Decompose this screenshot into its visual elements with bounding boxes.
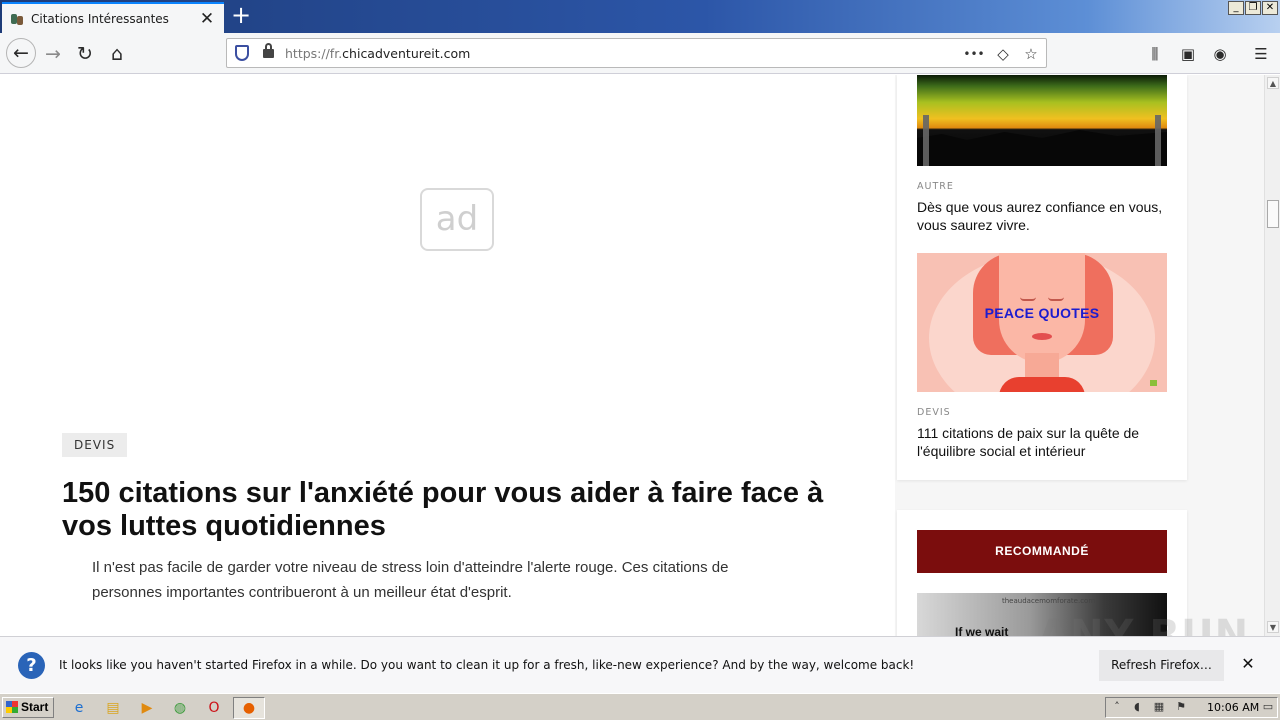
firefox-icon: ●	[242, 700, 256, 716]
back-arrow-icon: ←	[13, 42, 29, 64]
page-actions-menu-icon[interactable]: •••	[963, 43, 985, 65]
url-prefix: https://fr.	[285, 46, 343, 61]
card-category-label[interactable]: AUTRE	[917, 181, 954, 192]
pocket-icon[interactable]: ◇	[992, 43, 1014, 65]
address-bar[interactable]: https://fr.chicadventureit.com ••• ◇ ☆	[226, 38, 1047, 68]
tab-title: Citations Intéressantes	[31, 11, 169, 26]
active-tab[interactable]: Citations Intéressantes ✕	[2, 2, 224, 33]
peace-quotes-thumbnail-image[interactable]: PEACE QUOTES	[917, 253, 1167, 392]
action-center-flag-icon[interactable]: ⚑	[1174, 700, 1188, 714]
bookmark-star-icon[interactable]: ☆	[1020, 43, 1042, 65]
library-icon[interactable]: ⫼	[1144, 43, 1166, 65]
forward-button[interactable]: →	[39, 40, 67, 68]
scroll-down-arrow-icon[interactable]: ▼	[1267, 621, 1279, 633]
internet-explorer-icon[interactable]: e	[70, 699, 88, 717]
new-tab-button[interactable]: +	[229, 3, 253, 28]
video-frame-corner-right	[1111, 115, 1161, 166]
url-domain: chicadventureit.com	[342, 46, 471, 61]
account-icon[interactable]: ◉	[1209, 43, 1231, 65]
card-title-link[interactable]: Dès que vous aurez confiance en vous, vo…	[917, 198, 1172, 234]
card-category-label[interactable]: DEVIS	[917, 407, 951, 418]
start-label: Start	[21, 700, 49, 714]
sidebar-toggle-icon[interactable]: ▣	[1177, 43, 1199, 65]
forward-arrow-icon: →	[45, 43, 61, 65]
tab-bar: Citations Intéressantes ✕ + _ ❐ ✕	[0, 0, 1280, 33]
shirt-shape	[999, 377, 1085, 392]
reload-button[interactable]: ↻	[71, 40, 99, 68]
volume-icon[interactable]: ◖	[1130, 700, 1144, 714]
network-icon[interactable]: ▦	[1152, 700, 1166, 714]
question-icon: ?	[18, 652, 45, 679]
reload-icon: ↻	[77, 43, 93, 65]
firefox-taskbar-button[interactable]: ●	[233, 697, 265, 719]
start-button[interactable]: Start	[2, 697, 54, 718]
peace-quotes-image-text: PEACE QUOTES	[984, 305, 1100, 321]
windows-taskbar: Start e ▤ ▶ ◍ O ● ˄ ◖ ▦ ⚑ 10:06 AM ▭	[0, 693, 1280, 720]
main-column: ad DEVIS 150 citations sur l'anxiété pou…	[0, 75, 895, 636]
page-viewport: ad DEVIS 150 citations sur l'anxiété pou…	[0, 75, 1264, 636]
right-eye-shape	[1048, 297, 1064, 301]
thumbnail-caption: If we wait	[955, 625, 1009, 636]
article-title[interactable]: 150 citations sur l'anxiété pour vous ai…	[62, 477, 862, 543]
video-frame-corner-left	[923, 115, 973, 166]
chrome-icon[interactable]: ◍	[171, 699, 189, 717]
article-excerpt: Il n'est pas facile de garder votre nive…	[92, 559, 729, 601]
recommended-header: RECOMMANDÉ	[917, 530, 1167, 573]
restore-button[interactable]: ❐	[1245, 1, 1261, 15]
system-clock[interactable]: 10:06 AM	[1207, 701, 1259, 714]
tab-close-icon[interactable]: ✕	[196, 8, 218, 30]
back-button[interactable]: ←	[6, 38, 36, 68]
refresh-firefox-notification: ? It looks like you haven't started Fire…	[0, 636, 1280, 693]
lock-icon[interactable]	[263, 43, 274, 58]
tracking-protection-shield-icon[interactable]	[235, 45, 249, 61]
media-player-icon[interactable]: ▶	[138, 699, 156, 717]
thumbnail-site-text: theaudacemomforate.com	[1002, 597, 1096, 605]
show-desktop-icon[interactable]: ▭	[1261, 700, 1275, 714]
system-tray: ˄ ◖ ▦ ⚑ 10:06 AM ▭	[1105, 697, 1278, 718]
close-window-button[interactable]: ✕	[1262, 1, 1278, 15]
article-category-badge[interactable]: DEVIS	[62, 433, 128, 457]
navigation-toolbar: ← → ↻ ⌂ https://fr.chicadventureit.com •…	[0, 33, 1280, 74]
opera-icon[interactable]: O	[205, 699, 223, 717]
home-icon: ⌂	[110, 43, 124, 65]
lips-shape	[1032, 333, 1052, 340]
hamburger-menu-icon[interactable]: ☰	[1250, 43, 1272, 65]
scroll-up-arrow-icon[interactable]: ▲	[1267, 77, 1279, 89]
left-eye-shape	[1020, 297, 1036, 301]
notification-close-icon[interactable]: ✕	[1238, 654, 1258, 674]
tray-expand-icon[interactable]: ˄	[1110, 700, 1124, 714]
minimize-button[interactable]: _	[1228, 1, 1244, 15]
site-favicon-icon	[10, 12, 24, 26]
ad-placeholder[interactable]: ad	[420, 188, 494, 251]
file-explorer-icon[interactable]: ▤	[104, 699, 122, 717]
page-scrollbar[interactable]: ▲ ▼	[1264, 75, 1280, 636]
url-text[interactable]: https://fr.chicadventureit.com	[285, 46, 470, 61]
sidebar-related-card: AUTRE Dès que vous aurez confiance en vo…	[897, 75, 1187, 480]
scrollbar-thumb[interactable]	[1267, 200, 1279, 228]
sunset-thumbnail-image[interactable]	[917, 75, 1167, 166]
windows-logo-icon	[6, 701, 18, 713]
home-button[interactable]: ⌂	[103, 40, 131, 68]
leaf-logo-icon	[1150, 380, 1157, 386]
notification-message: It looks like you haven't started Firefo…	[59, 658, 915, 672]
card-title-link[interactable]: 111 citations de paix sur la quête de l'…	[917, 424, 1172, 460]
refresh-firefox-button[interactable]: Refresh Firefox…	[1099, 650, 1224, 681]
